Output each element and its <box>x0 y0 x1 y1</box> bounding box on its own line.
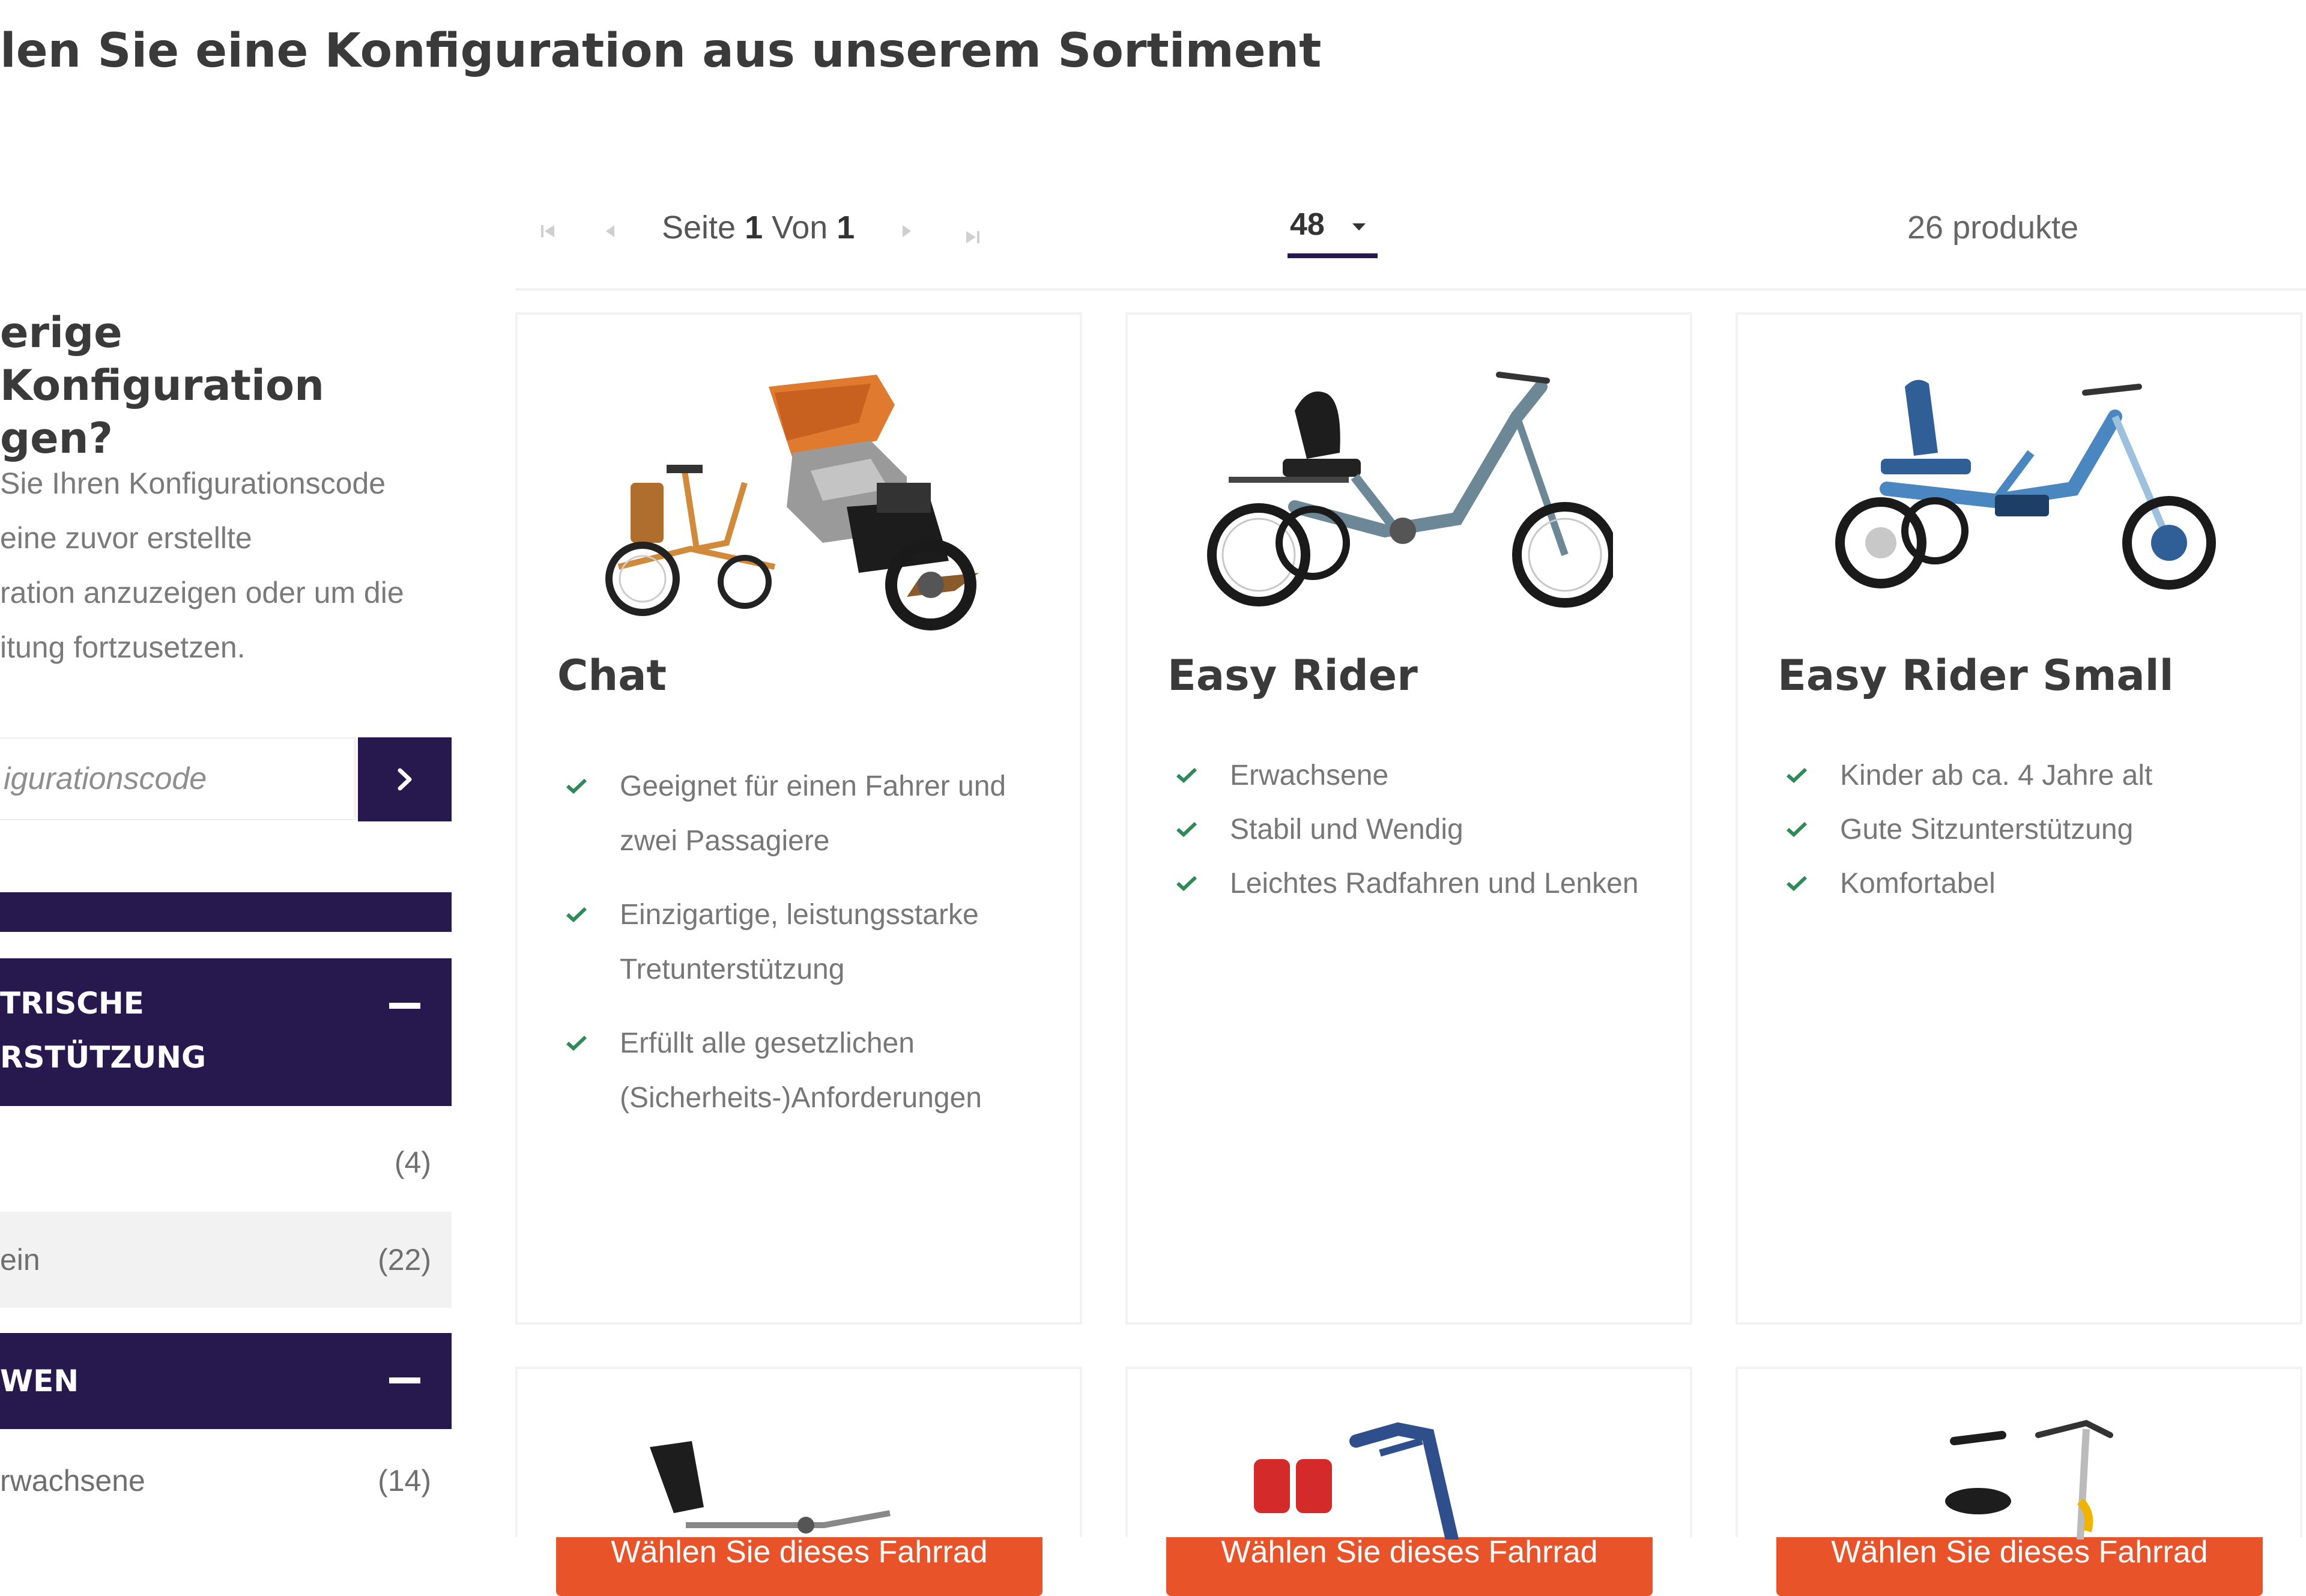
last-page-icon[interactable] <box>957 222 987 252</box>
filter-option[interactable]: (4) <box>0 1114 452 1211</box>
filter-group-title: WEN <box>0 1364 79 1398</box>
next-page-icon[interactable] <box>891 216 921 246</box>
product-card[interactable]: Easy Rider Erwachsene Stabil und Wendig … <box>1125 312 1692 1596</box>
feature-item: Kinder ab ca. 4 Jahre alt <box>1786 759 2254 793</box>
config-code-input[interactable] <box>0 737 356 820</box>
feature-text: Geeignet für einen Fahrer und zwei Passa… <box>620 770 1006 857</box>
filter-option-count: (22) <box>378 1243 431 1277</box>
filter-option[interactable]: ein (22) <box>0 1212 452 1308</box>
feature-text: Erwachsene <box>1230 760 1389 791</box>
filter-option-count: (14) <box>378 1464 431 1498</box>
product-name: Easy Rider Small <box>1778 651 2174 700</box>
collapse-minus-icon[interactable] <box>389 1003 420 1009</box>
config-submit-button[interactable] <box>358 737 452 821</box>
product-card[interactable] <box>515 1367 1082 1537</box>
check-icon <box>566 778 587 794</box>
check-icon <box>1176 821 1197 837</box>
sidebar: erige Konfiguration gen? Sie Ihren Konfi… <box>0 0 452 1537</box>
per-page-value: 48 <box>1290 207 1325 242</box>
collapse-minus-icon[interactable] <box>389 1377 420 1383</box>
page-current: 1 <box>745 210 763 246</box>
filter-group-electric-support[interactable]: TRISCHE RSTÜTZUNG <box>0 958 452 1106</box>
check-icon <box>1176 875 1197 891</box>
filter-option-count: (4) <box>394 1146 431 1179</box>
feature-list: Kinder ab ca. 4 Jahre alt Gute Sitzunter… <box>1786 759 2254 921</box>
product-image <box>605 375 979 630</box>
product-name: Easy Rider <box>1167 651 1418 700</box>
product-count: 26 produkte <box>1907 210 2079 246</box>
results-toolbar: Seite 1 Von 1 48 26 produkte <box>515 180 2306 291</box>
config-description: Sie Ihren Konfigurationscode eine zuvor … <box>0 467 404 664</box>
product-image <box>1945 1419 2113 1540</box>
check-icon <box>1786 875 1808 891</box>
filter-group-title: TRISCHE RSTÜTZUNG <box>0 986 207 1075</box>
product-image <box>1254 1422 1459 1540</box>
feature-item: Erwachsene <box>1176 759 1644 793</box>
product-card[interactable]: Easy Rider Small Kinder ab ca. 4 Jahre a… <box>1736 312 2302 1596</box>
first-page-icon[interactable] <box>533 216 563 246</box>
feature-text: Komfortabel <box>1840 868 1996 899</box>
per-page-dropdown[interactable]: 48 <box>1288 207 1378 258</box>
product-image <box>1835 379 2216 590</box>
product-name: Chat <box>557 651 667 700</box>
filter-group-for-whom[interactable]: WEN <box>0 1333 452 1429</box>
feature-item: Einzigartige, leistungsstarke Tretunters… <box>566 887 1034 997</box>
filter-option-label: ein <box>0 1243 40 1277</box>
product-image <box>650 1441 891 1534</box>
feature-text: Stabil und Wendig <box>1230 814 1463 845</box>
check-icon <box>566 1035 587 1051</box>
product-card[interactable] <box>1736 1367 2302 1540</box>
feature-text: Gute Sitzunterstützung <box>1840 814 2134 845</box>
prev-page-icon[interactable] <box>596 216 626 246</box>
feature-item: Stabil und Wendig <box>1176 813 1644 847</box>
feature-list: Erwachsene Stabil und Wendig Leichtes Ra… <box>1176 759 1644 921</box>
product-image <box>1207 372 1613 608</box>
feature-text: Einzigartige, leistungsstarke Tretunters… <box>620 899 979 985</box>
product-card[interactable] <box>1125 1367 1692 1540</box>
pagination-info: Seite 1 Von 1 <box>662 209 855 246</box>
feature-list: Geeignet für einen Fahrer und zwei Passa… <box>566 759 1034 1144</box>
page-of-label: Von <box>772 210 828 246</box>
check-icon <box>566 907 587 922</box>
feature-item: Erfüllt alle gesetzlichen (Sicherheits-)… <box>566 1016 1034 1125</box>
feature-item: Geeignet für einen Fahrer und zwei Passa… <box>566 759 1034 868</box>
check-icon <box>1176 767 1197 783</box>
filter-collapsed-bar[interactable] <box>0 892 452 932</box>
feature-item: Gute Sitzunterstützung <box>1786 813 2254 847</box>
feature-text: Leichtes Radfahren und Lenken <box>1230 868 1639 899</box>
product-card[interactable]: Chat Geeignet für einen Fahrer und zwei … <box>515 312 1082 1596</box>
filter-option-label: rwachsene <box>0 1464 145 1498</box>
page-total: 1 <box>837 210 855 246</box>
feature-item: Leichtes Radfahren und Lenken <box>1176 867 1644 901</box>
check-icon <box>1786 767 1808 783</box>
config-heading: erige Konfiguration gen? <box>0 308 324 463</box>
check-icon <box>1786 821 1808 837</box>
feature-item: Komfortabel <box>1786 867 2254 901</box>
page-label: Seite <box>662 210 736 246</box>
feature-text: Kinder ab ca. 4 Jahre alt <box>1840 760 2153 791</box>
feature-text: Erfüllt alle gesetzlichen (Sicherheits-)… <box>620 1027 982 1114</box>
caret-down-icon <box>1352 223 1366 231</box>
chevron-right-icon <box>398 768 412 791</box>
filter-option[interactable]: rwachsene (14) <box>0 1433 452 1529</box>
